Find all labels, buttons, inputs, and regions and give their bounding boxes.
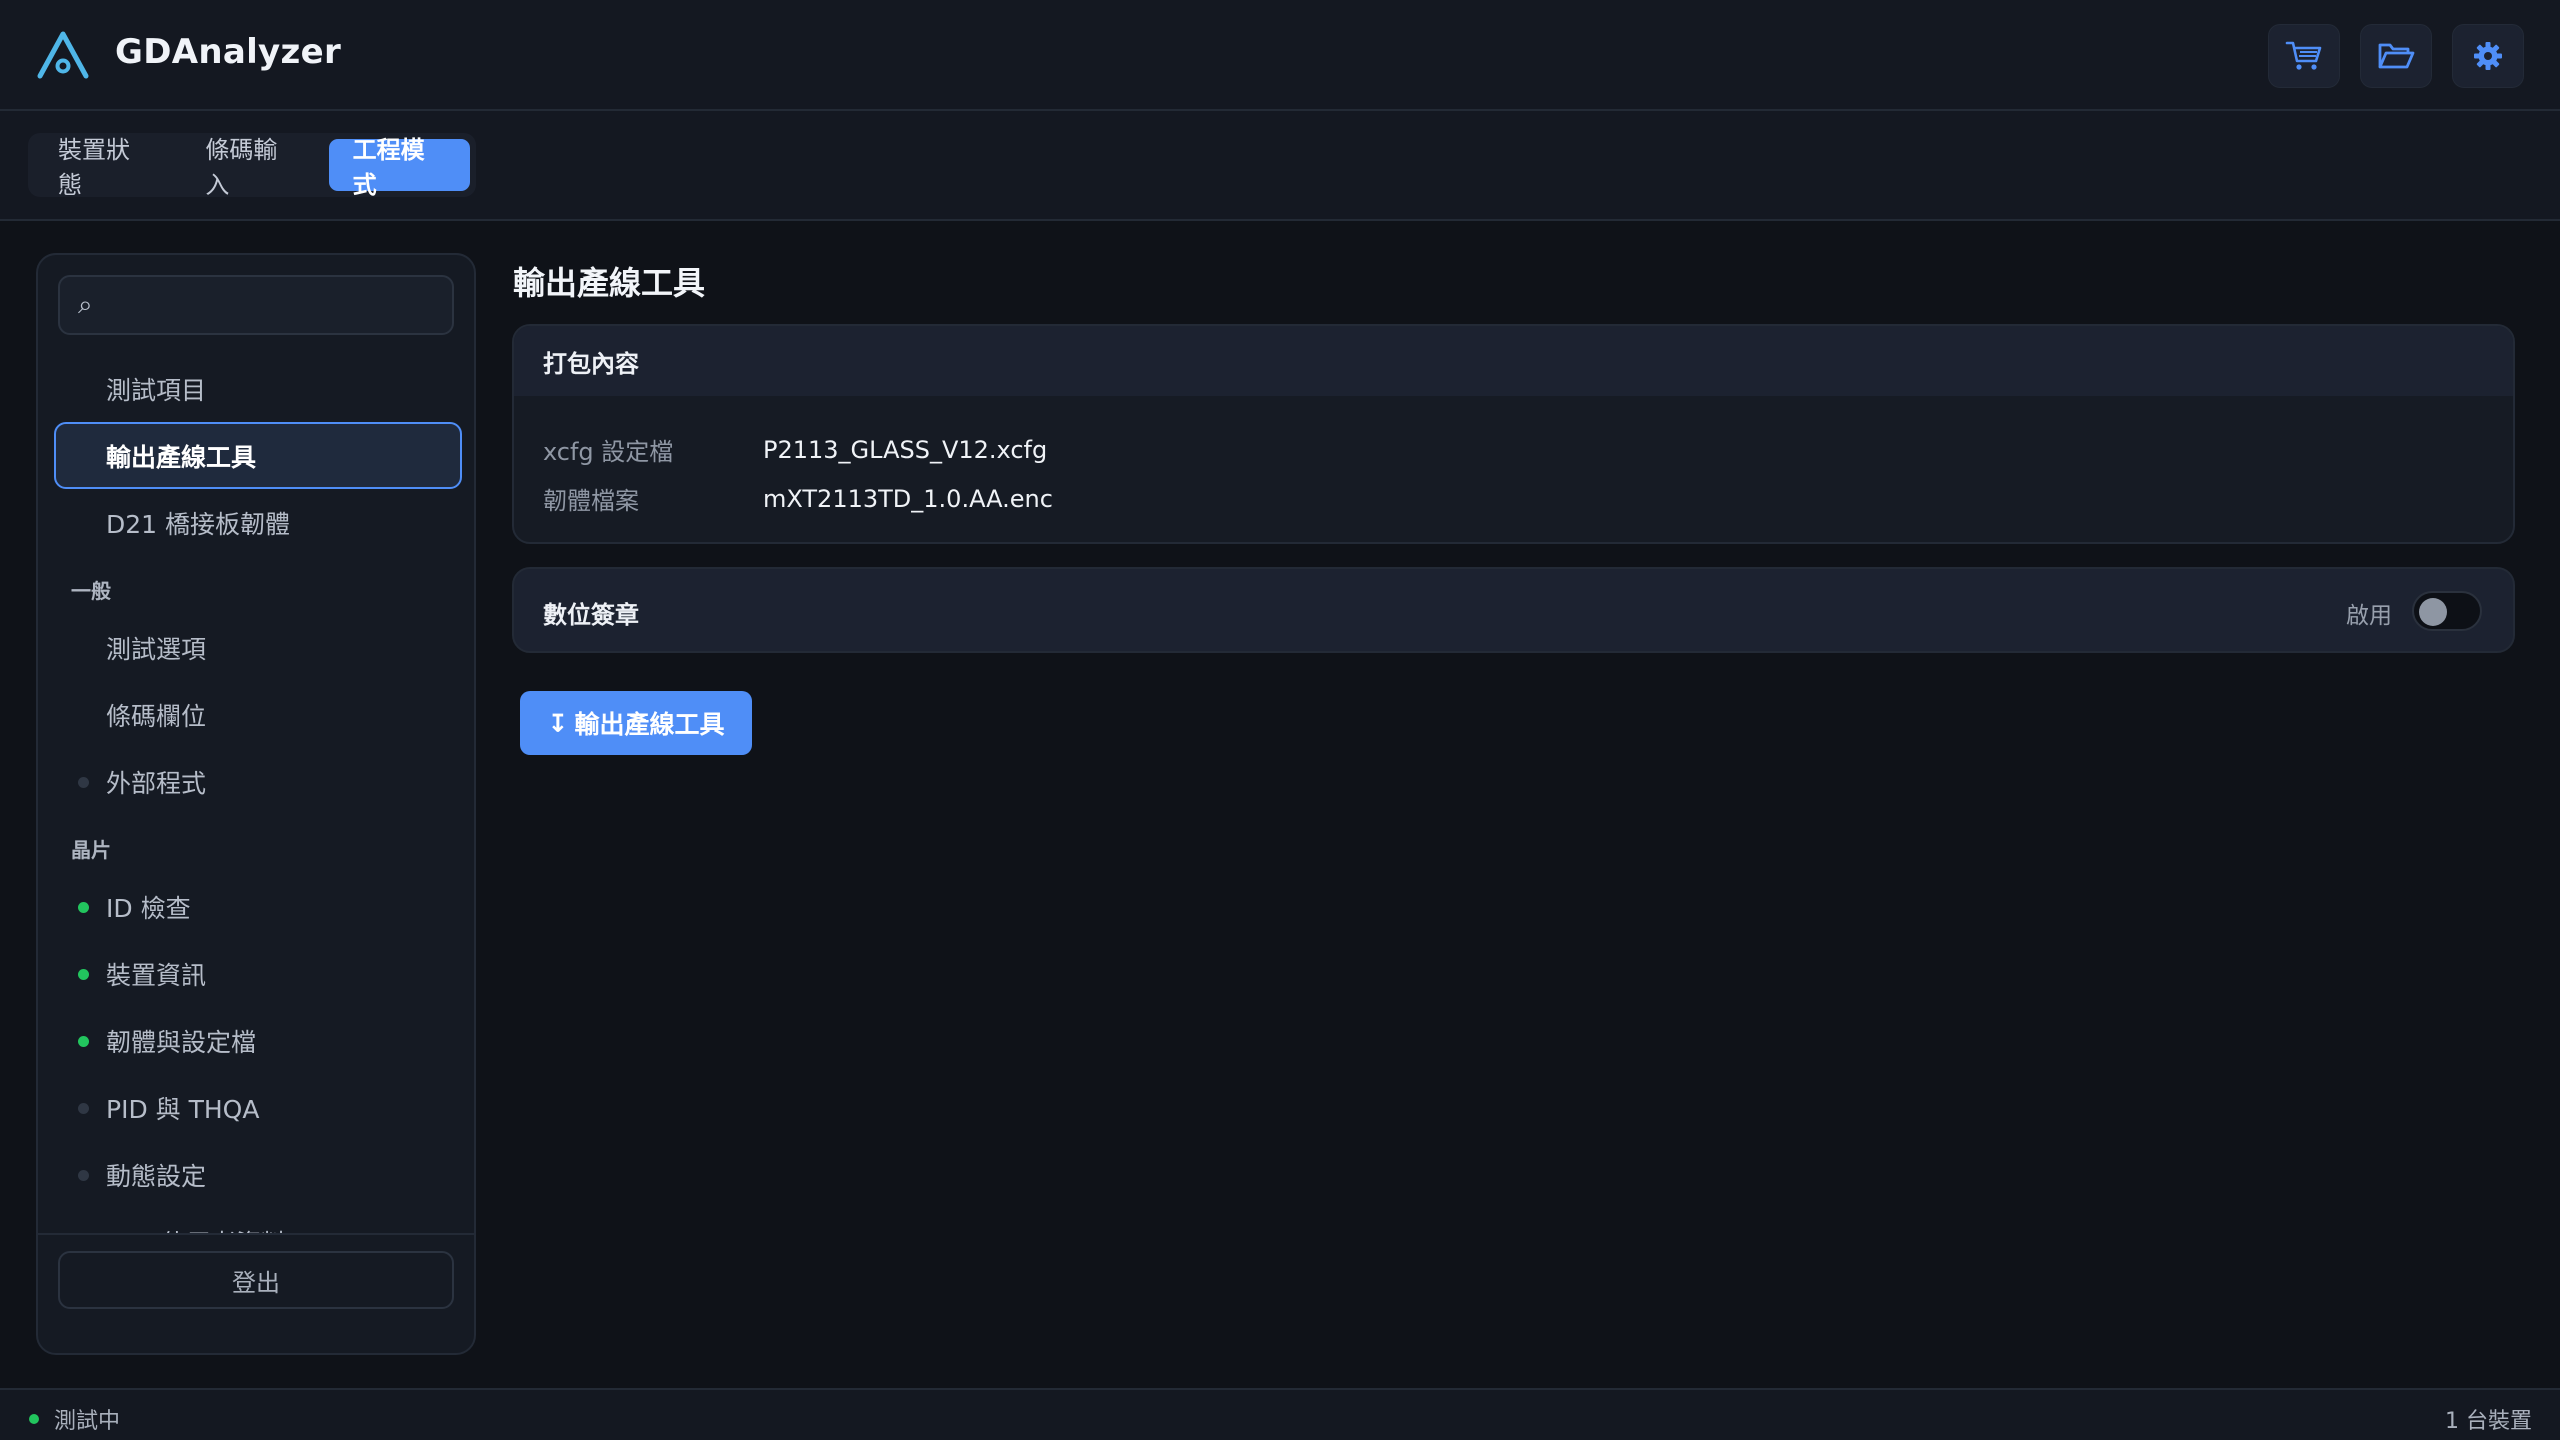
toggle-label: 啟用 — [2346, 603, 2392, 629]
tabs-bar: 裝置狀態 條碼輸入 工程模式 — [0, 111, 2560, 221]
sidebar-item-d21-bridge-firmware[interactable]: D21 橋接板韌體 — [38, 489, 474, 556]
signature-toggle[interactable] — [2412, 591, 2482, 631]
status-dot — [29, 1414, 39, 1424]
status-dot — [78, 777, 89, 788]
sidebar-item-external-program[interactable]: 外部程式 — [38, 748, 474, 815]
tab-barcode-input[interactable]: 條碼輸入 — [181, 136, 322, 199]
search-icon: ⌕ — [78, 289, 93, 320]
page-title: 輸出產線工具 — [513, 264, 706, 302]
sidebar-item-test-items[interactable]: 測試項目 — [38, 355, 474, 422]
gear-icon — [2474, 42, 2502, 70]
export-line-tool-button[interactable]: ↧ 輸出產線工具 — [520, 691, 752, 755]
app-window: GDAnalyzer 裝置狀態 條碼輸入 工程模式 ⌕ 測試項目 輸出產線工具 … — [0, 0, 2560, 1440]
sidebar-item-t38-user-data[interactable]: T38 使用者資料 — [38, 1208, 474, 1234]
device-count: 1 台裝置 — [2445, 1409, 2532, 1434]
sidebar: ⌕ 測試項目 輸出產線工具 D21 橋接板韌體 一般 測試選項 條碼欄位 外部程… — [36, 253, 476, 1355]
mode-tabs: 裝置狀態 條碼輸入 工程模式 — [28, 133, 476, 199]
sidebar-item-dynamic-settings[interactable]: 動態設定 — [38, 1141, 474, 1208]
cart-button[interactable] — [2268, 24, 2340, 88]
xcfg-label: xcfg 設定檔 — [543, 438, 674, 466]
sidebar-item-label: 動態設定 — [106, 1161, 207, 1191]
sidebar-item-label: D21 橋接板韌體 — [106, 509, 291, 539]
sidebar-item-pid-thqa[interactable]: PID 與 THQA — [38, 1074, 474, 1141]
xcfg-row: xcfg 設定檔 P2113_GLASS_V12.xcfg — [543, 432, 1047, 467]
sidebar-item-label: 測試項目 — [106, 375, 207, 405]
sidebar-item-label: T38 使用者資料 — [106, 1224, 286, 1234]
firmware-value: mXT2113TD_1.0.AA.enc — [763, 484, 1053, 513]
status-dot — [78, 1170, 89, 1181]
status-dot — [78, 902, 89, 913]
settings-button[interactable] — [2452, 24, 2524, 88]
sidebar-item-barcode-fields[interactable]: 條碼欄位 — [38, 681, 474, 748]
section-label-chip: 晶片 — [71, 838, 111, 862]
sidebar-item-firmware-config[interactable]: 韌體與設定檔 — [38, 1007, 474, 1074]
sidebar-item-export-line-tool[interactable]: 輸出產線工具 — [54, 422, 462, 489]
sidebar-item-id-check[interactable]: ID 檢查 — [38, 873, 474, 940]
sidebar-item-test-options[interactable]: 測試選項 — [38, 614, 474, 681]
status-dot — [78, 969, 89, 980]
section-label-general: 一般 — [71, 579, 111, 603]
xcfg-value: P2113_GLASS_V12.xcfg — [763, 435, 1048, 464]
sidebar-item-label: 條碼欄位 — [106, 701, 207, 731]
top-header: GDAnalyzer — [0, 0, 2560, 111]
export-button-label: 輸出產線工具 — [574, 710, 725, 739]
app-title: GDAnalyzer — [115, 32, 342, 72]
sidebar-item-label: 輸出產線工具 — [106, 442, 257, 472]
cart-icon — [2285, 41, 2322, 70]
sidebar-item-label: 測試選項 — [106, 634, 207, 664]
card-title: 數位簽章 — [543, 601, 639, 629]
status-dot — [78, 1103, 89, 1114]
card-title: 打包內容 — [514, 326, 2513, 396]
pack-content-card: 打包內容 xcfg 設定檔 P2113_GLASS_V12.xcfg 韌體檔案 … — [512, 324, 2515, 544]
folder-button[interactable] — [2360, 24, 2432, 88]
logo-icon — [37, 31, 89, 79]
search-box[interactable]: ⌕ — [58, 275, 454, 335]
sidebar-item-label: ID 檢查 — [106, 893, 191, 923]
toggle-knob — [2419, 598, 2447, 626]
sidebar-footer: 登出 — [38, 1233, 474, 1353]
status-text: 測試中 — [54, 1409, 121, 1434]
digital-signature-card: 數位簽章 啟用 — [512, 567, 2515, 653]
firmware-row: 韌體檔案 mXT2113TD_1.0.AA.enc — [543, 481, 1053, 516]
logout-button[interactable]: 登出 — [58, 1251, 454, 1309]
sidebar-nav: 測試項目 輸出產線工具 D21 橋接板韌體 一般 測試選項 條碼欄位 外部程式 … — [38, 355, 474, 1234]
firmware-label: 韌體檔案 — [543, 487, 639, 515]
sidebar-item-label: PID 與 THQA — [106, 1094, 260, 1124]
status-dot — [78, 1036, 89, 1047]
folder-icon — [2378, 43, 2415, 69]
tab-engineering-mode[interactable]: 工程模式 — [328, 136, 470, 199]
tab-device-status[interactable]: 裝置狀態 — [34, 136, 175, 199]
search-input[interactable] — [100, 292, 431, 318]
download-arrow-icon: ↧ — [547, 708, 569, 738]
sidebar-item-label: 裝置資訊 — [106, 960, 207, 990]
sidebar-item-label: 外部程式 — [106, 768, 207, 798]
sidebar-item-label: 韌體與設定檔 — [106, 1027, 257, 1057]
status-bar: 測試中 1 台裝置 — [0, 1388, 2560, 1440]
sidebar-item-device-info[interactable]: 裝置資訊 — [38, 940, 474, 1007]
